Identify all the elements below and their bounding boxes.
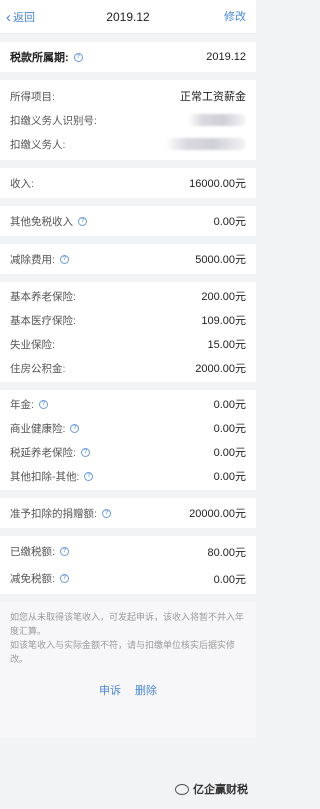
tax-relief-row: 减免税额:? 0.00元 xyxy=(0,565,256,592)
withholder-label: 扣缴义务人: xyxy=(10,138,66,151)
info-icon[interactable]: ? xyxy=(84,471,94,481)
other-deductions-section: 年金:? 0.00元 商业健康险:? 0.00元 税延养老保险:? 0.00元 … xyxy=(0,390,256,490)
income-item-label: 所得项目: xyxy=(10,90,55,103)
income-item-row: 所得项目: 正常工资薪金 xyxy=(0,84,256,108)
unemployment-insurance-row: 失业保险: 15.00元 xyxy=(0,332,256,356)
deduction-fee-row: 减除费用:? 5000.00元 xyxy=(0,244,256,274)
notice-text: 如您从未取得该笔收入，可发起申诉，该收入将暂不并入年度汇算。 如该笔收入与实际金… xyxy=(0,602,256,672)
income-label: 收入: xyxy=(10,177,34,190)
donation-label: 准予扣除的捐赠额: xyxy=(10,507,97,520)
annuity-label: 年金: xyxy=(10,398,34,411)
health-insurance-row: 商业健康险:? 0.00元 xyxy=(0,416,256,440)
redacted-value xyxy=(188,114,246,126)
housing-fund-row: 住房公积金: 2000.00元 xyxy=(0,356,256,380)
tax-paid-label: 已缴税额: xyxy=(10,546,55,558)
donation-row: 准予扣除的捐赠额:? 20000.00元 xyxy=(0,498,256,528)
deduction-fee-value: 5000.00元 xyxy=(195,254,246,266)
medical-insurance-row: 基本医疗保险: 109.00元 xyxy=(0,308,256,332)
deduction-fee-label: 减除费用: xyxy=(10,253,55,266)
deduction-fee-section: 减除费用:? 5000.00元 xyxy=(0,244,256,274)
other-exempt-row: 其他免税收入? 0.00元 xyxy=(0,206,256,236)
tax-paid-value: 80.00元 xyxy=(207,546,246,559)
income-value: 16000.00元 xyxy=(189,178,246,190)
info-icon[interactable]: ? xyxy=(73,52,83,62)
delete-button[interactable]: 删除 xyxy=(135,682,157,698)
income-section: 收入: 16000.00元 xyxy=(0,168,256,198)
income-row: 收入: 16000.00元 xyxy=(0,168,256,198)
donation-value: 20000.00元 xyxy=(189,508,246,520)
pension-insurance-row: 基本养老保险: 200.00元 xyxy=(0,284,256,308)
withholder-row: 扣缴义务人: xyxy=(0,132,256,156)
other-exempt-section: 其他免税收入? 0.00元 xyxy=(0,206,256,236)
info-icon[interactable]: ? xyxy=(59,574,69,583)
deferred-pension-row: 税延养老保险:? 0.00元 xyxy=(0,440,256,464)
pension-insurance-value: 200.00元 xyxy=(201,291,246,303)
insurance-section: 基本养老保险: 200.00元 基本医疗保险: 109.00元 失业保险: 15… xyxy=(0,282,256,382)
donation-section: 准予扣除的捐赠额:? 20000.00元 xyxy=(0,498,256,528)
nav-bar: ‹ 返回 2019.12 修改 xyxy=(0,0,256,34)
notice-line-1: 如您从未取得该笔收入，可发起申诉，该收入将暂不并入年度汇算。 xyxy=(10,612,245,636)
unemployment-insurance-label: 失业保险: xyxy=(10,338,55,351)
redacted-value xyxy=(166,138,246,150)
other-deduction-label: 其他扣除-其他: xyxy=(10,470,80,483)
pension-insurance-label: 基本养老保险: xyxy=(10,290,76,303)
housing-fund-value: 2000.00元 xyxy=(195,363,246,375)
other-exempt-label: 其他免税收入 xyxy=(10,215,73,228)
tax-relief-value: 0.00元 xyxy=(213,573,246,586)
unemployment-insurance-value: 15.00元 xyxy=(207,339,246,351)
page-title: 2019.12 xyxy=(106,9,150,24)
health-insurance-value: 0.00元 xyxy=(213,423,246,435)
action-bar: 申诉 删除 xyxy=(0,672,256,738)
info-icon[interactable]: ? xyxy=(70,423,80,433)
health-insurance-label: 商业健康险: xyxy=(10,422,66,435)
info-icon[interactable]: ? xyxy=(59,547,69,556)
period-section: 税款所属期:? 2019.12 xyxy=(0,42,256,72)
withholder-id-label: 扣缴义务人识别号: xyxy=(10,114,97,127)
tax-section: 已缴税额:? 80.00元 减免税额:? 0.00元 xyxy=(0,536,256,594)
tax-paid-row: 已缴税额:? 80.00元 xyxy=(0,538,256,565)
annuity-row: 年金:? 0.00元 xyxy=(0,392,256,416)
tax-relief-label: 减免税额: xyxy=(10,573,55,585)
period-value: 2019.12 xyxy=(206,51,246,63)
info-icon[interactable]: ? xyxy=(38,399,48,409)
medical-insurance-label: 基本医疗保险: xyxy=(10,314,76,327)
deferred-pension-label: 税延养老保险: xyxy=(10,446,76,459)
info-icon[interactable]: ? xyxy=(78,216,87,226)
income-info-section: 所得项目: 正常工资薪金 扣缴义务人识别号: 扣缴义务人: xyxy=(0,80,256,160)
deferred-pension-value: 0.00元 xyxy=(213,447,246,459)
other-deduction-row: 其他扣除-其他:? 0.00元 xyxy=(0,464,256,488)
info-icon[interactable]: ? xyxy=(80,447,90,457)
info-icon[interactable]: ? xyxy=(101,508,111,518)
withholder-id-row: 扣缴义务人识别号: xyxy=(0,108,256,132)
appeal-button[interactable]: 申诉 xyxy=(99,682,121,698)
edit-button[interactable]: 修改 xyxy=(224,0,246,34)
watermark-text: 亿企赢财税 xyxy=(193,784,248,796)
medical-insurance-value: 109.00元 xyxy=(201,315,246,327)
annuity-value: 0.00元 xyxy=(213,399,246,411)
back-button[interactable]: ‹ 返回 xyxy=(6,0,35,34)
info-icon[interactable]: ? xyxy=(59,254,69,264)
notice-line-2: 如该笔收入与实际金额不符，请与扣缴单位核实后据实修改。 xyxy=(10,640,236,664)
watermark: 亿企赢财税 xyxy=(175,781,248,797)
back-label: 返回 xyxy=(13,12,35,24)
chevron-left-icon: ‹ xyxy=(6,8,11,26)
other-deduction-value: 0.00元 xyxy=(213,471,246,483)
wechat-logo-icon xyxy=(175,783,189,795)
period-label: 税款所属期: xyxy=(10,52,69,64)
other-exempt-value: 0.00元 xyxy=(213,216,246,228)
period-row: 税款所属期:? 2019.12 xyxy=(0,42,256,72)
housing-fund-label: 住房公积金: xyxy=(10,362,66,375)
income-item-value: 正常工资薪金 xyxy=(180,91,246,103)
